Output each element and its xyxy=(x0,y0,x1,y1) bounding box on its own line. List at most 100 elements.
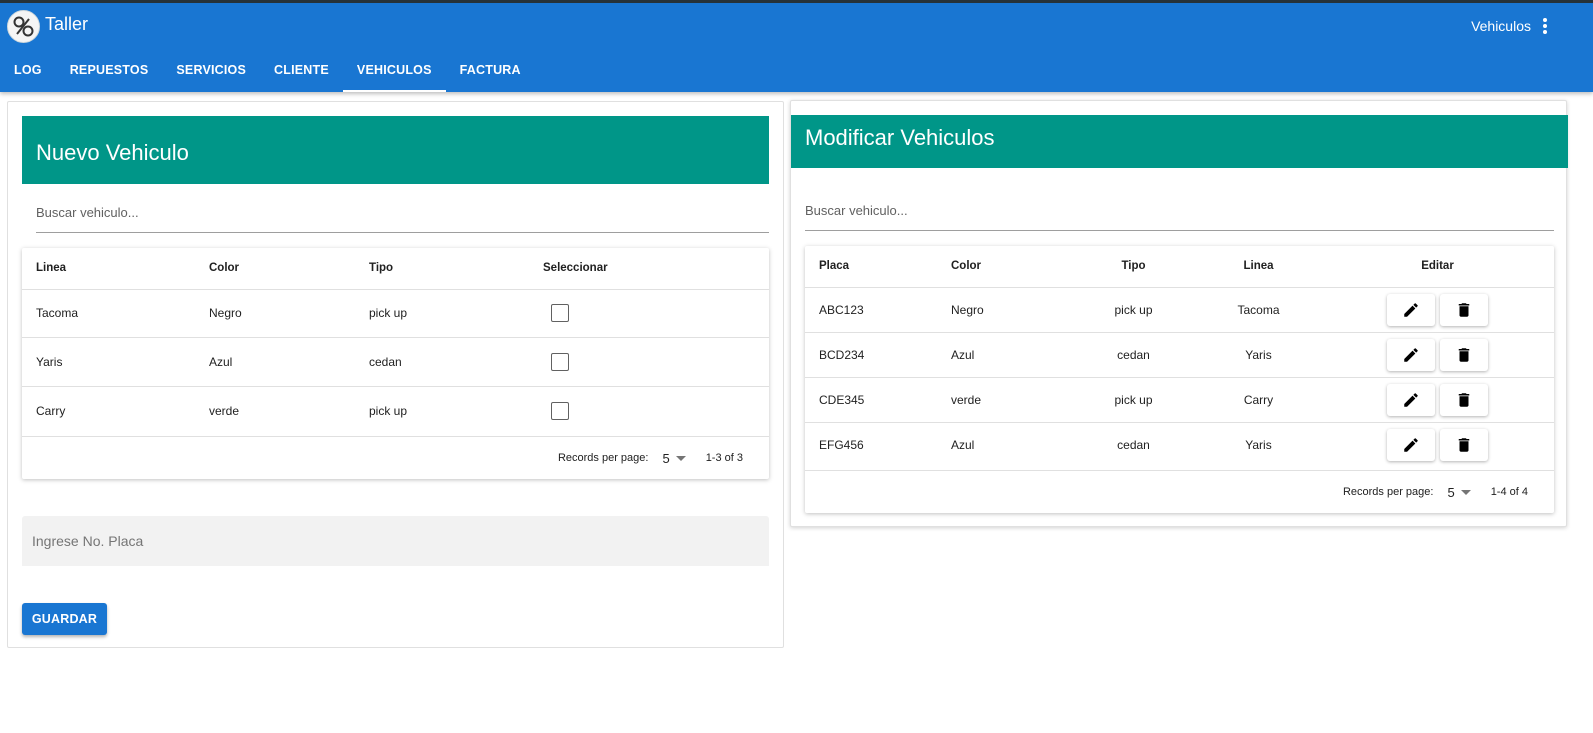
cell-color: verde xyxy=(209,385,369,435)
pagination-range: 1-3 of 3 xyxy=(705,452,743,464)
cell-placa: ABC123 xyxy=(805,286,951,333)
caret-down-icon[interactable] xyxy=(1460,489,1471,495)
tab-servicios[interactable]: SERVICIOS xyxy=(162,55,260,92)
cell-color: Azul xyxy=(951,422,1071,468)
pencil-icon xyxy=(1404,348,1418,362)
pagination-range: 1-4 of 4 xyxy=(1490,486,1528,498)
trash-icon xyxy=(1458,348,1470,362)
new-vehicle-card: Nuevo Vehiculo Linea Color Tipo Seleccio… xyxy=(7,101,784,648)
more-vert-icon[interactable] xyxy=(1541,17,1549,37)
cell-linea: Yaris xyxy=(1196,331,1321,378)
modify-vehicle-card: Modificar Vehiculos Placa Color Tipo Lin… xyxy=(790,100,1568,527)
cell-linea: Carry xyxy=(22,385,209,435)
trash-icon xyxy=(1458,302,1470,317)
column-header-linea[interactable]: Linea xyxy=(1196,246,1321,287)
cell-tipo: pick up xyxy=(369,288,543,338)
app-title: Taller xyxy=(45,14,89,34)
cell-color: Negro xyxy=(209,288,369,338)
column-header-tipo[interactable]: Tipo xyxy=(369,248,543,289)
edit-button[interactable] xyxy=(1386,338,1435,371)
cell-tipo: cedan xyxy=(1071,331,1196,378)
table-row: Tacoma Negro pick up xyxy=(22,288,769,338)
cell-placa: EFG456 xyxy=(805,422,951,468)
cell-linea: Tacoma xyxy=(1196,286,1321,333)
edit-button[interactable] xyxy=(1386,429,1435,462)
column-header-linea[interactable]: Linea xyxy=(22,248,209,289)
tab-factura[interactable]: FACTURA xyxy=(446,55,535,92)
trash-icon xyxy=(1458,393,1470,407)
plate-input[interactable] xyxy=(22,516,769,566)
table-row: BCD234 Azul cedan Yaris xyxy=(805,331,1554,378)
column-header-color[interactable]: Color xyxy=(951,246,1071,287)
user-name: Vehiculos xyxy=(1471,18,1531,34)
new-vehicle-table: Linea Color Tipo Seleccionar Tacoma Negr… xyxy=(22,248,769,479)
delete-button[interactable] xyxy=(1440,429,1489,462)
edit-button[interactable] xyxy=(1386,383,1435,416)
table-row: ABC123 Negro pick up Tacoma xyxy=(805,286,1554,333)
cell-select xyxy=(543,337,769,386)
cell-linea: Yaris xyxy=(22,337,209,386)
edit-button[interactable] xyxy=(1386,293,1435,326)
delete-button[interactable] xyxy=(1440,383,1489,416)
app-logo-icon[interactable] xyxy=(7,10,40,43)
table-row: Carry verde pick up xyxy=(22,385,769,435)
cell-tipo: cedan xyxy=(369,337,543,386)
cell-tipo: pick up xyxy=(1071,376,1196,423)
cell-tipo: pick up xyxy=(369,385,543,435)
table-pagination: Records per page: 5 1-4 of 4 xyxy=(805,470,1554,513)
records-per-page-label: Records per page: xyxy=(1342,486,1434,498)
records-per-page-select[interactable]: 5 xyxy=(1447,485,1454,500)
cell-color: Azul xyxy=(951,331,1071,378)
nav-tabs: LOG REPUESTOS SERVICIOS CLIENTE VEHICULO… xyxy=(0,55,535,92)
table-row: CDE345 verde pick up Carry xyxy=(805,376,1554,423)
select-checkbox[interactable] xyxy=(551,304,569,323)
cell-color: verde xyxy=(951,376,1071,423)
cell-placa: CDE345 xyxy=(805,376,951,423)
table-header-row: Linea Color Tipo Seleccionar xyxy=(22,248,769,289)
table-pagination: Records per page: 5 1-3 of 3 xyxy=(22,436,769,479)
column-header-tipo[interactable]: Tipo xyxy=(1071,246,1196,287)
cell-select xyxy=(543,385,769,435)
caret-down-icon[interactable] xyxy=(675,455,686,461)
modify-vehicle-table: Placa Color Tipo Linea Editar ABC123 Neg… xyxy=(805,246,1554,513)
cell-color: Azul xyxy=(209,337,369,386)
tab-repuestos[interactable]: REPUESTOS xyxy=(56,55,163,92)
save-button[interactable]: GUARDAR xyxy=(22,603,107,635)
pencil-icon xyxy=(1404,302,1418,317)
tab-log[interactable]: LOG xyxy=(0,55,56,92)
column-header-editar: Editar xyxy=(1421,260,1454,273)
cell-linea: Yaris xyxy=(1196,422,1321,468)
table-header-row: Placa Color Tipo Linea Editar xyxy=(805,246,1554,287)
select-checkbox[interactable] xyxy=(551,401,569,420)
cell-tipo: pick up xyxy=(1071,286,1196,333)
trash-icon xyxy=(1458,438,1470,453)
cell-select xyxy=(543,288,769,338)
column-header-color[interactable]: Color xyxy=(209,248,369,289)
cell-actions xyxy=(1321,422,1554,468)
cell-tipo: cedan xyxy=(1071,422,1196,468)
delete-button[interactable] xyxy=(1440,338,1489,371)
column-header-placa[interactable]: Placa xyxy=(805,246,951,287)
modify-vehicle-search-input[interactable] xyxy=(805,198,1554,231)
pencil-icon xyxy=(1404,393,1418,407)
new-vehicle-search-input[interactable] xyxy=(36,200,769,233)
table-row: EFG456 Azul cedan Yaris xyxy=(805,422,1554,468)
new-vehicle-title: Nuevo Vehiculo xyxy=(22,116,769,184)
tab-vehiculos[interactable]: VEHICULOS xyxy=(342,55,446,92)
tab-cliente[interactable]: CLIENTE xyxy=(260,55,343,92)
cell-actions xyxy=(1321,331,1554,378)
select-checkbox[interactable] xyxy=(551,352,569,371)
cell-placa: BCD234 xyxy=(805,331,951,378)
column-header-seleccionar: Seleccionar xyxy=(543,262,608,275)
cell-actions xyxy=(1321,376,1554,423)
cell-linea: Carry xyxy=(1196,376,1321,423)
cell-color: Negro xyxy=(951,286,1071,333)
pencil-icon xyxy=(1404,438,1418,453)
cell-linea: Tacoma xyxy=(22,288,209,338)
records-per-page-label: Records per page: xyxy=(557,452,649,464)
delete-button[interactable] xyxy=(1440,293,1489,326)
table-row: Yaris Azul cedan xyxy=(22,337,769,386)
cell-actions xyxy=(1321,286,1554,333)
app-bar: Taller Vehiculos LOG REPUESTOS SERVICIOS… xyxy=(0,0,1593,92)
records-per-page-select[interactable]: 5 xyxy=(662,451,669,466)
